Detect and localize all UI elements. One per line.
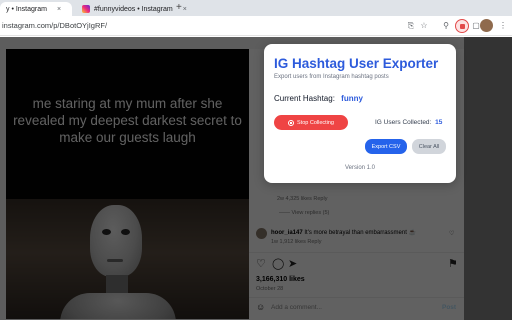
modal-backdrop-edge [464,37,512,320]
robot-head [90,205,142,277]
comment-text: It's more betrayal than embarrassment ☕ [304,230,417,236]
tab-instagram-post[interactable]: y • Instagram × [0,2,72,16]
post-date: October 28 [256,286,284,292]
profile-avatar[interactable] [480,19,493,32]
bookmark-icon[interactable]: ⚑ [448,258,458,270]
robot-eye [121,229,130,235]
robot-eye [102,229,111,235]
like-icon[interactable]: ♡ [256,258,266,270]
browser-toolbar: instagram.com/p/DBotOYjIgRF/ ⎘ ☆ ⚲ ▢ ⋮ [0,16,512,36]
stop-label: Stop Collecting [297,119,334,126]
tab-funnyvideos[interactable]: #funnyvideos • Instagram × [76,2,187,16]
install-icon[interactable]: ⎘ [405,20,417,32]
comment-body: hoor_ia147 It's more betrayal than embar… [271,229,416,236]
robot-mouth [107,259,123,262]
divider [249,252,464,253]
view-replies-link[interactable]: —— View replies (5) [279,210,329,216]
popup-subtitle: Export users from Instagram hashtag post… [274,74,389,80]
comment-meta[interactable]: 1w 1,912 likes Reply [271,239,321,245]
popup-title: IG Hashtag User Exporter [274,56,439,71]
clear-all-button[interactable]: Clear All [412,139,446,154]
comment-input[interactable]: Add a comment... [271,304,322,311]
address-bar[interactable]: instagram.com/p/DBotOYjIgRF/ [0,19,400,33]
tab-label: y • Instagram [6,5,47,13]
export-csv-button[interactable]: Export CSV [365,139,407,154]
star-icon[interactable]: ☆ [418,20,430,32]
hashtag-value: funny [341,94,363,103]
version-label: Version 1.0 [344,165,376,171]
users-collected: IG Users Collected: 15 [375,119,442,126]
extensions-icon[interactable]: ⚲ [440,20,452,32]
stop-icon [288,119,294,126]
comment-username[interactable]: hoor_ia147 [271,230,303,236]
menu-icon[interactable]: ⋮ [497,20,509,32]
comment-meta[interactable]: 2w 4,325 likes Reply [277,196,327,202]
new-tab-button[interactable]: + [176,3,182,13]
collected-count: 15 [435,119,443,126]
current-hashtag: Current Hashtag: funny [274,94,363,103]
emoji-icon[interactable]: ☺ [256,301,265,313]
comment-icon[interactable]: ◯ [272,258,284,270]
close-icon[interactable]: × [57,6,61,13]
post-comment-button[interactable]: Post [442,304,456,311]
heart-icon[interactable]: ♡ [449,230,454,237]
close-icon[interactable]: × [183,6,187,13]
likes-count[interactable]: 3,166,310 likes [256,276,305,283]
meme-caption: me staring at my mum after she revealed … [13,96,242,145]
instagram-icon [82,5,90,13]
robot-body [60,293,176,319]
collected-label: IG Users Collected: [375,119,432,126]
extension-popup: IG Hashtag User Exporter Export users fr… [264,44,456,183]
tab-label: #funnyvideos • Instagram [94,5,173,13]
post-video[interactable]: me staring at my mum after she revealed … [6,49,249,319]
divider [249,297,464,298]
stop-collecting-button[interactable]: Stop Collecting [274,115,348,130]
avatar[interactable] [256,228,267,239]
tab-strip: y • Instagram × #funnyvideos • Instagram… [0,0,512,16]
extension-pinned-icon[interactable] [455,19,469,33]
hashtag-label: Current Hashtag: [274,94,335,103]
share-icon[interactable]: ➤ [288,258,297,270]
